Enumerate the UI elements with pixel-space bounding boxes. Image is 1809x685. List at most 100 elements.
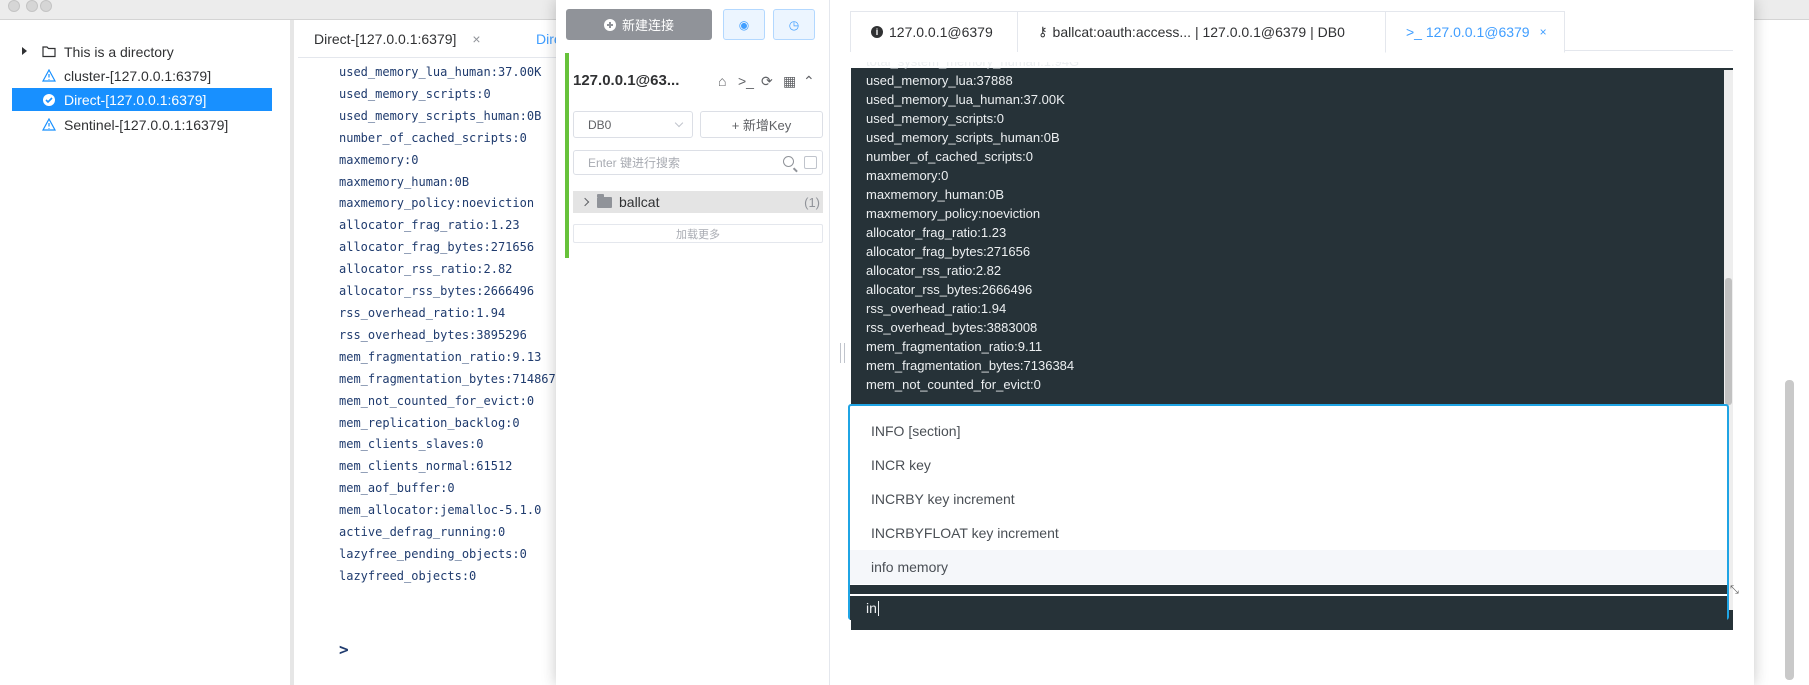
chevron-right-icon[interactable] (580, 197, 590, 207)
caret-right-icon[interactable] (22, 47, 27, 55)
text-cursor (877, 600, 879, 616)
console-output-line: mem_not_counted_for_evict:0 (339, 393, 535, 408)
console-output-line: rss_overhead_bytes:3883008 (866, 320, 1038, 335)
minimize-traffic-light[interactable] (26, 0, 38, 12)
back-tab-label: Direct-[127.0.0.1:6379] (314, 31, 457, 47)
console-output-line: maxmemory_human:0B (339, 174, 470, 189)
console-output-line: rss_overhead_ratio:1.94 (866, 301, 1007, 316)
new-connection-button[interactable]: 新建连接 (566, 9, 712, 40)
grid-icon[interactable]: ▦ (783, 73, 796, 90)
console-output-line: maxmemory_policy:noeviction (339, 196, 535, 211)
console-output-line: rss_overhead_bytes:3895296 (339, 327, 527, 342)
console-output-line: used_memory_scripts:0 (339, 86, 491, 101)
zoom-traffic-light[interactable] (40, 0, 52, 12)
console-output-line: rss_overhead_ratio:1.94 (339, 305, 506, 320)
refresh-icon[interactable]: ⟳ (761, 73, 773, 90)
split-drag-handle[interactable] (840, 343, 845, 363)
tab-server-info[interactable]: i 127.0.0.1@6379 (850, 11, 1018, 52)
console-output-line: allocator_frag_bytes:271656 (866, 244, 1031, 259)
console-partial-line: total_system_memory_human:1.94G (866, 62, 1716, 71)
tree-item[interactable]: cluster-[127.0.0.1:6379] (12, 64, 272, 87)
console-output-line: used_memory_lua_human:37.00K (866, 92, 1065, 107)
key-icon: ⚷ (1038, 24, 1048, 39)
tree-item-label: Sentinel-[127.0.0.1:16379] (64, 116, 229, 133)
db-select-value: DB0 (588, 117, 612, 132)
warning-icon (41, 68, 57, 83)
exact-match-checkbox[interactable] (804, 156, 817, 169)
clock-icon: ◷ (788, 17, 800, 32)
chevron-up-icon[interactable]: ⌃ (803, 73, 815, 90)
console-output-line: allocator_rss_bytes:2666496 (866, 282, 1033, 297)
info-icon: i (871, 26, 883, 38)
tab-label: ballcat:oauth:access... | 127.0.0.1@6379… (1052, 24, 1345, 40)
key-search-input[interactable]: Enter 键进行搜索 (573, 150, 823, 175)
search-placeholder: Enter 键进行搜索 (588, 156, 681, 170)
search-icon[interactable] (783, 156, 794, 167)
key-folder-name: ballcat (619, 194, 660, 210)
tree-item-label: Direct-[127.0.0.1:6379] (64, 91, 207, 108)
console-output: total_system_memory_human:1.94G used_mem… (866, 62, 1716, 403)
console-output-line: mem_fragmentation_bytes:7136384 (866, 358, 1075, 373)
autocomplete-option[interactable]: INFO [section] (850, 414, 1727, 448)
tree-item[interactable]: Direct-[127.0.0.1:6379] (12, 88, 272, 111)
console-output-line: mem_allocator:jemalloc-5.1.0 (339, 503, 542, 518)
plus-circle-icon (603, 18, 616, 31)
connection-title[interactable]: 127.0.0.1@63... (573, 72, 679, 89)
tab-key-detail[interactable]: ⚷ ballcat:oauth:access... | 127.0.0.1@63… (1017, 11, 1386, 52)
console-output-line: lazyfree_pending_objects:0 (339, 546, 527, 561)
console-output-line: allocator_frag_ratio:1.23 (866, 225, 1007, 240)
tree-item[interactable]: This is a directory (12, 40, 272, 63)
autocomplete-option[interactable]: INCRBY key increment (850, 482, 1727, 516)
folder-icon (42, 45, 56, 59)
autocomplete-option[interactable]: INCR key (850, 448, 1727, 482)
tab-label: 127.0.0.1@6379 (889, 24, 993, 40)
console-output-line: used_memory_lua:37888 (866, 73, 1013, 88)
console-output-line: allocator_rss_ratio:2.82 (866, 263, 1002, 278)
console-output-line: used_memory_scripts:0 (866, 111, 1004, 126)
load-more-button[interactable]: 加载更多 (573, 224, 823, 243)
back-window-scrollbar[interactable] (1785, 380, 1794, 680)
tree-item-label: cluster-[127.0.0.1:6379] (64, 67, 212, 84)
console-output-line: mem_fragmentation_ratio:9.13 (339, 349, 542, 364)
close-icon[interactable]: × (472, 31, 480, 47)
console-output-line: allocator_frag_ratio:1.23 (339, 218, 520, 233)
back-tab-direct[interactable]: Direct-[127.0.0.1:6379] × (314, 20, 481, 58)
close-icon[interactable]: × (1540, 25, 1547, 39)
record-icon: ◉ (738, 17, 750, 32)
db-select[interactable]: DB0 (573, 111, 693, 138)
console-output-line: maxmemory:0 (866, 168, 949, 183)
autocomplete-option[interactable]: info memory (850, 550, 1727, 584)
home-icon[interactable]: ⌂ (718, 73, 726, 89)
new-connection-label: 新建连接 (621, 18, 674, 33)
tab-label: >_ 127.0.0.1@6379 (1406, 24, 1530, 40)
console-output-line: mem_aof_buffer:0 (339, 481, 455, 496)
tab-console[interactable]: >_ 127.0.0.1@6379 × (1385, 11, 1565, 53)
console-output-line: mem_clients_normal:61512 (339, 459, 513, 474)
console-output-line: number_of_cached_scripts:0 (866, 149, 1033, 164)
folder-icon (597, 193, 612, 208)
tree-item[interactable]: Sentinel-[127.0.0.1:16379] (12, 113, 272, 136)
chevron-down-icon (674, 118, 684, 128)
key-count: (1) (804, 194, 820, 210)
console-output-line: allocator_rss_bytes:2666496 (339, 284, 535, 299)
command-input[interactable]: in (850, 596, 1727, 620)
console-scrollbar-thumb[interactable] (1725, 278, 1732, 405)
console-output-line: used_memory_scripts_human:0B (866, 130, 1060, 145)
close-traffic-light[interactable] (8, 0, 20, 12)
check-circle-icon (42, 93, 56, 107)
console-output-line: maxmemory:0 (339, 152, 419, 167)
terminal-icon[interactable]: >_ (738, 73, 754, 89)
console-output-line: mem_clients_slaves:0 (339, 437, 484, 452)
console-output-line: maxmemory_human:0B (866, 187, 1004, 202)
console-output-line: mem_replication_backlog:0 (339, 415, 520, 430)
back-console-prompt[interactable]: > (339, 640, 349, 659)
back-console-output: used_memory_lua_human:37.00K used_memory_… (339, 62, 559, 588)
autocomplete-option[interactable]: INCRBYFLOAT key increment (850, 516, 1727, 550)
console-output-line: allocator_rss_ratio:2.82 (339, 262, 513, 277)
record-button[interactable]: ◉ (723, 9, 765, 40)
history-button[interactable]: ◷ (773, 9, 815, 40)
key-tree-item[interactable]: ballcat (1) (573, 191, 823, 213)
warning-icon (41, 117, 57, 132)
new-key-button[interactable]: + 新增Key (700, 111, 823, 138)
resize-grip-icon[interactable]: ⤡ (1730, 584, 1739, 597)
